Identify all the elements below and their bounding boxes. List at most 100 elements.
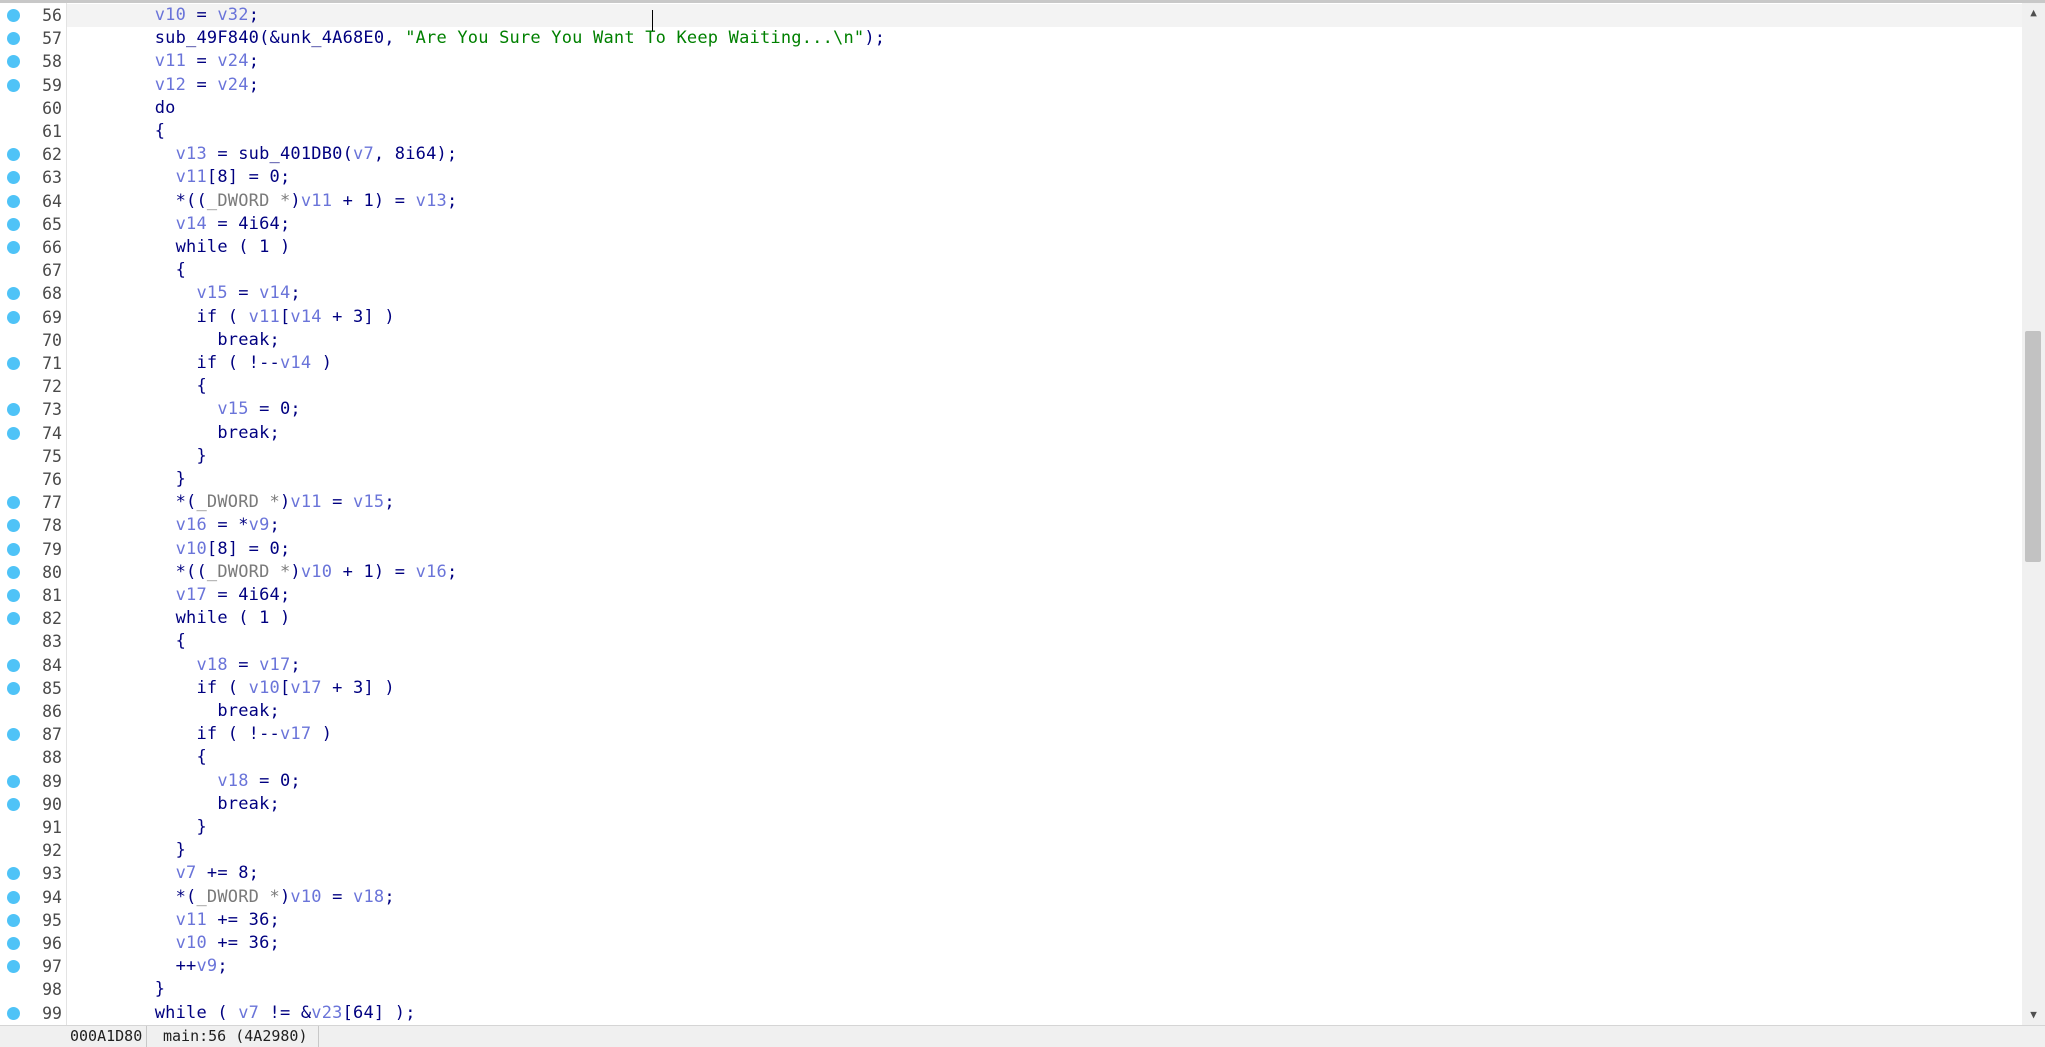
code-line[interactable]: { bbox=[67, 630, 2022, 653]
breakpoint-dot-icon[interactable] bbox=[7, 217, 20, 231]
scroll-thumb[interactable] bbox=[2025, 331, 2041, 563]
code-line[interactable]: { bbox=[67, 120, 2022, 143]
breakpoint-dot-icon[interactable] bbox=[7, 612, 20, 626]
code-line[interactable]: } bbox=[67, 445, 2022, 468]
code-line[interactable]: v10 = v32; bbox=[67, 4, 2022, 27]
variable-token[interactable]: v23 bbox=[311, 1003, 342, 1023]
code-line[interactable]: v11 = v24; bbox=[67, 50, 2022, 73]
variable-token[interactable]: v11 bbox=[301, 191, 332, 211]
code-line[interactable]: v7 += 8; bbox=[67, 862, 2022, 885]
variable-token[interactable]: v10 bbox=[176, 539, 207, 559]
variable-token[interactable]: v24 bbox=[217, 75, 248, 95]
pseudocode-view[interactable]: v10 = v32; sub_49F840(&unk_4A68E0, "Are … bbox=[67, 3, 2022, 1025]
breakpoint-dot-icon[interactable] bbox=[7, 774, 20, 788]
code-line[interactable]: *(_DWORD *)v11 = v15; bbox=[67, 491, 2022, 514]
code-line[interactable]: v15 = v14; bbox=[67, 282, 2022, 305]
code-line[interactable]: v10 += 36; bbox=[67, 932, 2022, 955]
variable-token[interactable]: v14 bbox=[176, 214, 207, 234]
breakpoint-dot-icon[interactable] bbox=[7, 937, 20, 950]
code-line[interactable]: *(_DWORD *)v10 = v18; bbox=[67, 886, 2022, 909]
breakpoint-dot-icon[interactable] bbox=[7, 728, 20, 742]
vertical-scrollbar[interactable]: ▲ ▼ bbox=[2022, 3, 2045, 1025]
variable-token[interactable]: v18 bbox=[353, 887, 384, 907]
breakpoint-dot-icon[interactable] bbox=[7, 241, 20, 254]
code-line[interactable]: while ( 1 ) bbox=[67, 607, 2022, 630]
variable-token[interactable]: v11 bbox=[176, 167, 207, 187]
breakpoint-dot-icon[interactable] bbox=[7, 426, 20, 440]
variable-token[interactable]: v11 bbox=[176, 910, 207, 930]
variable-token[interactable]: v14 bbox=[280, 353, 311, 373]
breakpoint-dot-icon[interactable] bbox=[7, 496, 20, 510]
variable-token[interactable]: v11 bbox=[290, 492, 321, 512]
code-line[interactable]: v10[8] = 0; bbox=[67, 538, 2022, 561]
code-line[interactable]: break; bbox=[67, 422, 2022, 445]
variable-token[interactable]: v12 bbox=[155, 75, 186, 95]
variable-token[interactable]: v13 bbox=[176, 144, 207, 164]
code-line[interactable]: v13 = sub_401DB0(v7, 8i64); bbox=[67, 143, 2022, 166]
code-line[interactable]: } bbox=[67, 839, 2022, 862]
breakpoint-dot-icon[interactable] bbox=[7, 148, 20, 162]
breakpoint-dot-icon[interactable] bbox=[7, 797, 20, 811]
breakpoint-dot-icon[interactable] bbox=[7, 867, 20, 881]
code-line[interactable]: if ( v10[v17 + 3] ) bbox=[67, 677, 2022, 700]
code-line[interactable]: { bbox=[67, 375, 2022, 398]
variable-token[interactable]: v11 bbox=[155, 51, 186, 71]
code-line[interactable]: v12 = v24; bbox=[67, 74, 2022, 97]
code-line[interactable]: v16 = *v9; bbox=[67, 514, 2022, 537]
variable-token[interactable]: v18 bbox=[217, 771, 248, 791]
code-line[interactable]: v11[8] = 0; bbox=[67, 166, 2022, 189]
code-line[interactable]: ++v9; bbox=[67, 955, 2022, 978]
scroll-down-arrow-icon[interactable]: ▼ bbox=[2022, 1005, 2045, 1025]
variable-token[interactable]: v11 bbox=[249, 307, 280, 327]
code-line[interactable]: { bbox=[67, 746, 2022, 769]
variable-token[interactable]: v16 bbox=[416, 562, 447, 582]
breakpoint-dot-icon[interactable] bbox=[7, 9, 20, 22]
variable-token[interactable]: v17 bbox=[176, 585, 207, 605]
variable-token[interactable]: v9 bbox=[249, 515, 270, 535]
breakpoint-dot-icon[interactable] bbox=[7, 658, 20, 672]
breakpoint-dot-icon[interactable] bbox=[7, 287, 20, 301]
variable-token[interactable]: v16 bbox=[176, 515, 207, 535]
variable-token[interactable]: v24 bbox=[217, 51, 248, 71]
code-line[interactable]: { bbox=[67, 259, 2022, 282]
code-line[interactable]: } bbox=[67, 978, 2022, 1001]
breakpoint-dot-icon[interactable] bbox=[7, 171, 20, 185]
variable-token[interactable]: v14 bbox=[259, 283, 290, 303]
code-line[interactable]: *((_DWORD *)v10 + 1) = v16; bbox=[67, 561, 2022, 584]
variable-token[interactable]: v32 bbox=[217, 5, 248, 25]
variable-token[interactable]: v7 bbox=[238, 1003, 259, 1023]
code-line[interactable]: } bbox=[67, 816, 2022, 839]
variable-token[interactable]: v10 bbox=[249, 678, 280, 698]
breakpoint-dot-icon[interactable] bbox=[7, 589, 20, 602]
code-line[interactable]: while ( v7 != &v23[64] ); bbox=[67, 1002, 2022, 1025]
code-line[interactable]: v11 += 36; bbox=[67, 909, 2022, 932]
code-line[interactable]: *((_DWORD *)v11 + 1) = v13; bbox=[67, 190, 2022, 213]
scroll-up-arrow-icon[interactable]: ▲ bbox=[2022, 3, 2045, 23]
code-line[interactable]: if ( v11[v14 + 3] ) bbox=[67, 306, 2022, 329]
variable-token[interactable]: v15 bbox=[196, 283, 227, 303]
code-line[interactable]: v18 = v17; bbox=[67, 654, 2022, 677]
variable-token[interactable]: v17 bbox=[290, 678, 321, 698]
breakpoint-dot-icon[interactable] bbox=[7, 1006, 20, 1020]
breakpoint-dot-icon[interactable] bbox=[7, 681, 20, 695]
variable-token[interactable]: v10 bbox=[176, 933, 207, 953]
breakpoint-dot-icon[interactable] bbox=[7, 357, 20, 370]
breakpoint-dot-icon[interactable] bbox=[7, 194, 20, 208]
variable-token[interactable]: v15 bbox=[353, 492, 384, 512]
code-line[interactable]: while ( 1 ) bbox=[67, 236, 2022, 259]
code-line[interactable]: break; bbox=[67, 700, 2022, 723]
variable-token[interactable]: v9 bbox=[196, 956, 217, 976]
code-line[interactable]: if ( !--v14 ) bbox=[67, 352, 2022, 375]
breakpoint-dot-icon[interactable] bbox=[7, 890, 20, 904]
breakpoint-dot-icon[interactable] bbox=[7, 310, 20, 324]
breakpoint-dot-icon[interactable] bbox=[7, 913, 20, 927]
variable-token[interactable]: v14 bbox=[290, 307, 321, 327]
variable-token[interactable]: v13 bbox=[416, 191, 447, 211]
breakpoint-dot-icon[interactable] bbox=[7, 32, 20, 46]
code-line[interactable]: break; bbox=[67, 793, 2022, 816]
variable-token[interactable]: v15 bbox=[217, 399, 248, 419]
variable-token[interactable]: v17 bbox=[259, 655, 290, 675]
code-line[interactable]: sub_49F840(&unk_4A68E0, "Are You Sure Yo… bbox=[67, 27, 2022, 50]
code-line[interactable]: break; bbox=[67, 329, 2022, 352]
code-line[interactable]: if ( !--v17 ) bbox=[67, 723, 2022, 746]
